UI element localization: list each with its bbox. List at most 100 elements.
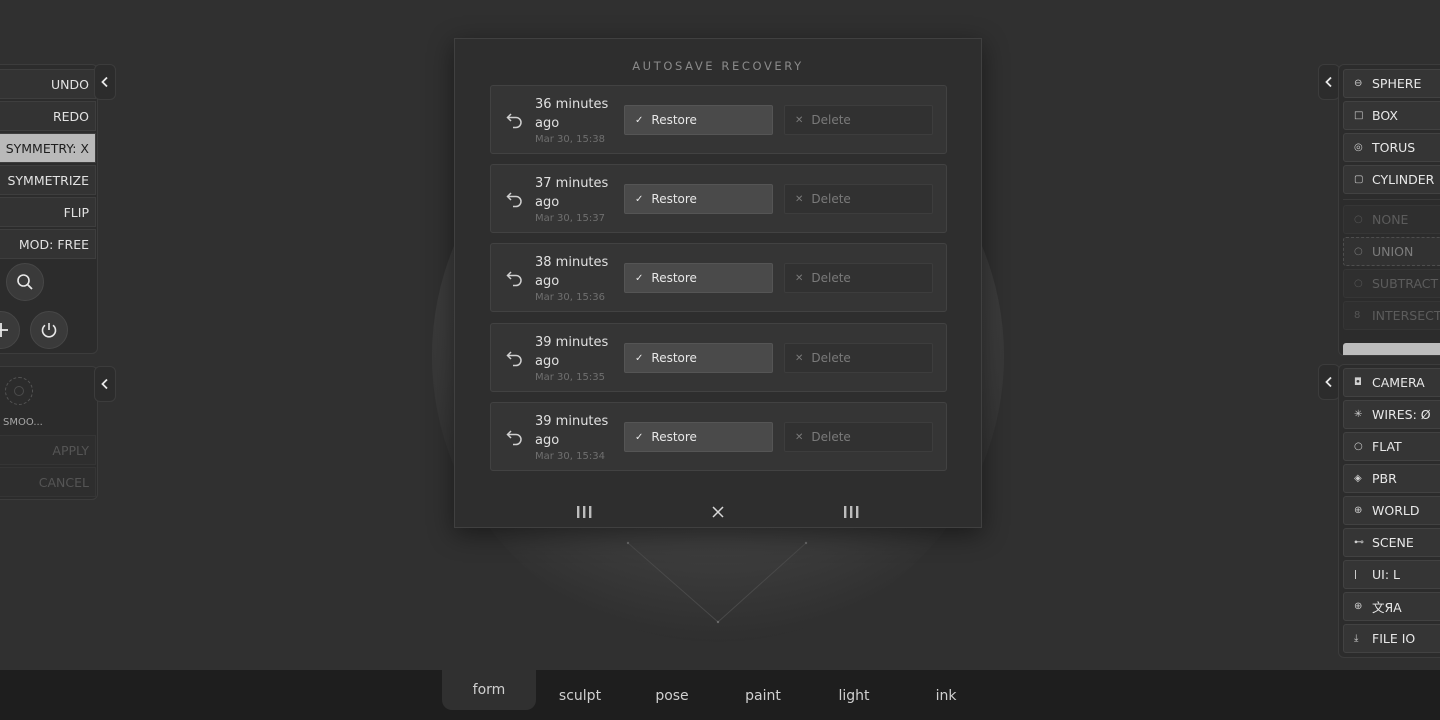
add-button[interactable]: [0, 311, 20, 349]
download-icon: ⤓: [1354, 633, 1359, 644]
panel-scroll-handle[interactable]: [1343, 343, 1440, 355]
flip-button[interactable]: FLIP: [0, 197, 96, 227]
mod-mode-button[interactable]: MOD: FREE: [0, 229, 96, 259]
power-button[interactable]: [30, 311, 68, 349]
restore-label: Restore: [651, 192, 697, 206]
restore-button[interactable]: ✓ Restore: [624, 422, 773, 452]
entry-timestamp: Mar 30, 15:36: [535, 292, 605, 303]
x-icon: ✕: [795, 193, 804, 205]
ui-icon: ǀ: [1354, 569, 1357, 580]
flat-icon: ○: [1354, 441, 1363, 452]
autosave-entry: 39 minutes ago Mar 30, 15:34 ✓ Restore ✕ Dele…: [490, 402, 947, 471]
grip-right-icon[interactable]: [840, 503, 864, 521]
smooth-label: SMOO...: [3, 417, 43, 428]
symmetry-toggle-button[interactable]: SYMMETRY: X: [0, 133, 96, 163]
panel-divider: [1343, 199, 1440, 200]
cylinder-icon: ▢: [1354, 174, 1364, 185]
ui-side-button[interactable]: ǀ UI: L: [1343, 560, 1440, 589]
x-icon: ✕: [795, 431, 804, 443]
autosave-entry: 36 minutes ago Mar 30, 15:38 ✓ Restore ✕ Dele…: [490, 85, 947, 154]
subtract-icon: ○: [1354, 278, 1363, 289]
wires-button[interactable]: ✳ WIRES: Ø: [1343, 400, 1440, 429]
restore-button[interactable]: ✓ Restore: [624, 343, 773, 373]
world-icon: ⊕: [1354, 505, 1363, 516]
cancel-button[interactable]: CANCEL: [0, 467, 96, 497]
delete-button[interactable]: ✕ Delete: [784, 263, 933, 293]
tab-form[interactable]: form: [442, 682, 536, 698]
autosave-recovery-dialog: AUTOSAVE RECOVERY 36 minutes ago Mar 30, …: [454, 38, 982, 528]
cylinder-button[interactable]: ▢ CYLINDER: [1343, 165, 1440, 194]
undo-icon: [506, 113, 522, 129]
delete-label: Delete: [811, 430, 851, 444]
delete-button[interactable]: ✕ Delete: [784, 105, 933, 135]
redo-button[interactable]: REDO: [0, 101, 96, 131]
scene-button[interactable]: ⊷ SCENE: [1343, 528, 1440, 557]
restore-button[interactable]: ✓ Restore: [624, 263, 773, 293]
delete-label: Delete: [811, 192, 851, 206]
restore-button[interactable]: ✓ Restore: [624, 184, 773, 214]
sphere-icon: ⊖: [1354, 78, 1363, 89]
box-button[interactable]: □ BOX: [1343, 101, 1440, 130]
autosave-entry: 37 minutes ago Mar 30, 15:37 ✓ Restore ✕ Dele…: [490, 164, 947, 233]
entry-timestamp: Mar 30, 15:35: [535, 372, 605, 383]
symmetrize-button[interactable]: SYMMETRIZE: [0, 165, 96, 195]
union-icon: ○: [1354, 246, 1363, 257]
delete-button[interactable]: ✕ Delete: [784, 343, 933, 373]
search-button[interactable]: [6, 263, 44, 301]
plus-icon: [0, 323, 8, 337]
boolean-none-button[interactable]: ○ NONE: [1343, 205, 1440, 234]
tab-ink[interactable]: ink: [906, 688, 986, 704]
camera-button[interactable]: ◘ CAMERA: [1343, 368, 1440, 397]
check-icon: ✓: [635, 352, 644, 364]
undo-icon: [506, 271, 522, 287]
right-view-panel: ◘ CAMERA ✳ WIRES: Ø ○ FLAT ◈ PBR ⊕ WORLD ⊷ SCE…: [1338, 364, 1440, 658]
torus-button[interactable]: ◎ TORUS: [1343, 133, 1440, 162]
tab-paint[interactable]: paint: [723, 688, 803, 704]
close-icon[interactable]: [706, 503, 730, 521]
search-icon: [17, 274, 33, 290]
pbr-icon: ◈: [1354, 473, 1362, 484]
dialog-title: AUTOSAVE RECOVERY: [632, 59, 804, 73]
apply-button[interactable]: APPLY: [0, 435, 96, 465]
check-icon: ✓: [635, 193, 644, 205]
chevron-left-icon: [101, 76, 108, 88]
undo-button[interactable]: UNDO: [0, 69, 96, 99]
left-tool-panel: UNDO REDO SYMMETRY: X SYMMETRIZE FLIP MO…: [0, 64, 98, 354]
right-primitives-panel: ⊖ SPHERE □ BOX ◎ TORUS ▢ CYLINDER ○ NONE ○ UNI…: [1338, 64, 1440, 356]
world-button[interactable]: ⊕ WORLD: [1343, 496, 1440, 525]
file-io-button[interactable]: ⤓ FILE IO: [1343, 624, 1440, 653]
left-panel-collapse-tab[interactable]: [94, 64, 116, 100]
boolean-subtract-button[interactable]: ○ SUBTRACT: [1343, 269, 1440, 298]
restore-label: Restore: [651, 430, 697, 444]
entry-relative-time: 36 minutes ago: [535, 97, 609, 131]
language-button[interactable]: ⊕ 文ЯA: [1343, 592, 1440, 621]
right-panel-collapse-tab[interactable]: [1318, 64, 1340, 100]
smooth-dial-icon[interactable]: [5, 377, 33, 405]
delete-button[interactable]: ✕ Delete: [784, 422, 933, 452]
wires-icon: ✳: [1354, 409, 1363, 420]
boolean-intersect-button[interactable]: 8 INTERSECT: [1343, 301, 1440, 330]
sphere-button[interactable]: ⊖ SPHERE: [1343, 69, 1440, 98]
chevron-left-icon: [101, 378, 108, 390]
tab-sculpt[interactable]: sculpt: [540, 688, 620, 704]
undo-icon: [506, 351, 522, 367]
right-panel2-collapse-tab[interactable]: [1318, 364, 1340, 400]
restore-button[interactable]: ✓ Restore: [624, 105, 773, 135]
box-icon: □: [1354, 110, 1364, 121]
delete-button[interactable]: ✕ Delete: [784, 184, 933, 214]
boolean-union-button[interactable]: ○ UNION: [1343, 237, 1440, 266]
tab-pose[interactable]: pose: [632, 688, 712, 704]
flat-shading-button[interactable]: ○ FLAT: [1343, 432, 1440, 461]
power-icon: [41, 323, 57, 338]
globe-icon: ⊕: [1354, 601, 1363, 612]
scene-icon: ⊷: [1354, 537, 1364, 548]
check-icon: ✓: [635, 114, 644, 126]
entry-timestamp: Mar 30, 15:37: [535, 213, 605, 224]
entry-relative-time: 39 minutes ago: [535, 414, 609, 448]
tab-light[interactable]: light: [814, 688, 894, 704]
entry-relative-time: 39 minutes ago: [535, 335, 609, 369]
grip-left-icon[interactable]: [573, 503, 597, 521]
pbr-button[interactable]: ◈ PBR: [1343, 464, 1440, 493]
left-panel2-collapse-tab[interactable]: [94, 366, 116, 402]
x-icon: ✕: [795, 352, 804, 364]
